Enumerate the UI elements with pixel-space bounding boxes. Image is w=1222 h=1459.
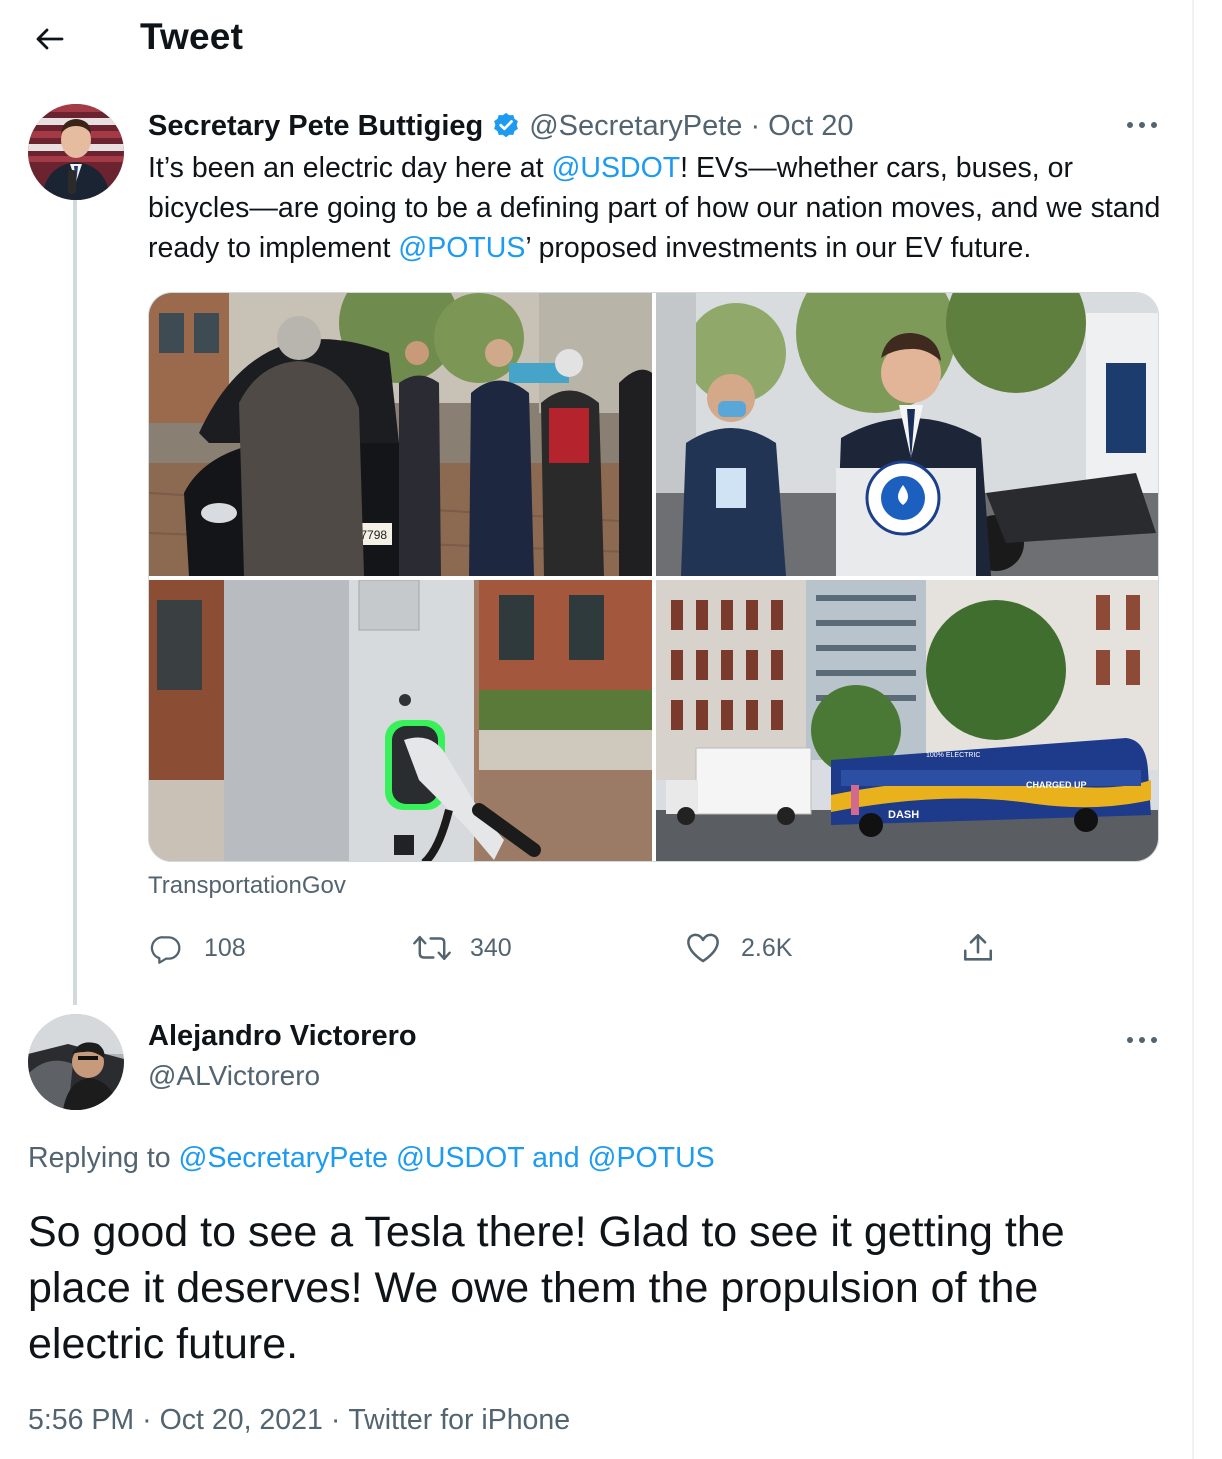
thread-connector (73, 200, 77, 1005)
separator-dot: · (750, 109, 761, 142)
media-source-label[interactable]: TransportationGov (148, 872, 346, 900)
author-avatar[interactable] (28, 104, 124, 200)
mention-link[interactable]: @POTUS (398, 232, 525, 264)
media-grid: 687798 DASH CHARGED UP 100% ELECTRIC (148, 292, 1159, 862)
replying-prefix: Replying to (28, 1142, 179, 1174)
bus-label-text: DASH (888, 809, 919, 821)
back-button[interactable] (28, 18, 70, 60)
author-handle[interactable]: @SecretaryPete (529, 110, 742, 143)
avatar-image (28, 1014, 124, 1110)
like-count: 2.6K (741, 933, 793, 962)
like-icon (683, 928, 723, 968)
reply-text: So good to see a Tesla there! Glad to se… (28, 1208, 1065, 1368)
like-button[interactable]: 2.6K (683, 928, 792, 968)
more-icon (1127, 122, 1157, 128)
tweet-text-part: ’ proposed investments in our EV future. (525, 232, 1032, 264)
replying-mention[interactable]: @SecretaryPete (179, 1142, 389, 1174)
photo-ev-charger[interactable] (149, 580, 652, 861)
reply-author-handle[interactable]: @ALVictorero (148, 1060, 320, 1092)
more-icon (1127, 1037, 1157, 1043)
tweet-text: It’s been an electric day here at @USDOT… (148, 148, 1178, 268)
tweet-author-line: Secretary Pete Buttigieg @SecretaryPete … (148, 106, 854, 146)
bus-banner-text: 100% ELECTRIC (926, 752, 980, 759)
tweet-date[interactable]: Oct 20 (768, 110, 853, 143)
column-divider (1192, 0, 1194, 1459)
page-header: Tweet (0, 0, 1190, 78)
verified-badge-icon (491, 111, 521, 141)
reply-more-options-button[interactable] (1120, 1025, 1164, 1055)
photo-tesla-inspection[interactable]: 687798 (149, 293, 652, 576)
more-options-button[interactable] (1120, 110, 1164, 140)
reply-metadata: 5:56 PM · Oct 20, 2021 · Twitter for iPhone (28, 1404, 570, 1437)
replying-to-line: Replying to @SecretaryPete @USDOT and @P… (28, 1142, 715, 1175)
page-title: Tweet (140, 16, 244, 57)
retweet-icon (412, 928, 452, 968)
back-arrow-icon (36, 28, 64, 50)
retweet-count: 340 (470, 933, 512, 962)
share-button[interactable] (958, 928, 1016, 968)
share-icon (958, 928, 998, 968)
reply-client[interactable]: Twitter for iPhone (348, 1404, 570, 1436)
reply-time[interactable]: 5:56 PM (28, 1404, 134, 1436)
author-name[interactable]: Secretary Pete Buttigieg (148, 110, 483, 143)
reply-count: 108 (204, 933, 246, 962)
bus-slogan-text: CHARGED UP (1026, 780, 1087, 790)
reply-icon (146, 928, 186, 968)
reply-date[interactable]: Oct 20, 2021 (160, 1404, 323, 1436)
separator-dot: · (142, 1404, 152, 1436)
photo-podium-speech[interactable] (656, 293, 1158, 576)
photo-electric-bus[interactable]: DASH CHARGED UP 100% ELECTRIC (656, 580, 1158, 861)
reply-author-name[interactable]: Alejandro Victorero (148, 1020, 417, 1053)
separator-dot: · (330, 1404, 341, 1436)
avatar-image (28, 104, 124, 200)
reply-author-avatar[interactable] (28, 1014, 124, 1110)
mention-link[interactable]: @USDOT (551, 152, 680, 184)
reply-button[interactable]: 108 (146, 928, 246, 968)
replying-and: and (532, 1142, 580, 1174)
tweet-text-part: It’s been an electric day here at (148, 152, 552, 184)
replying-mention[interactable]: @POTUS (588, 1142, 715, 1174)
retweet-button[interactable]: 340 (412, 928, 512, 968)
replying-mention[interactable]: @USDOT (396, 1142, 524, 1174)
